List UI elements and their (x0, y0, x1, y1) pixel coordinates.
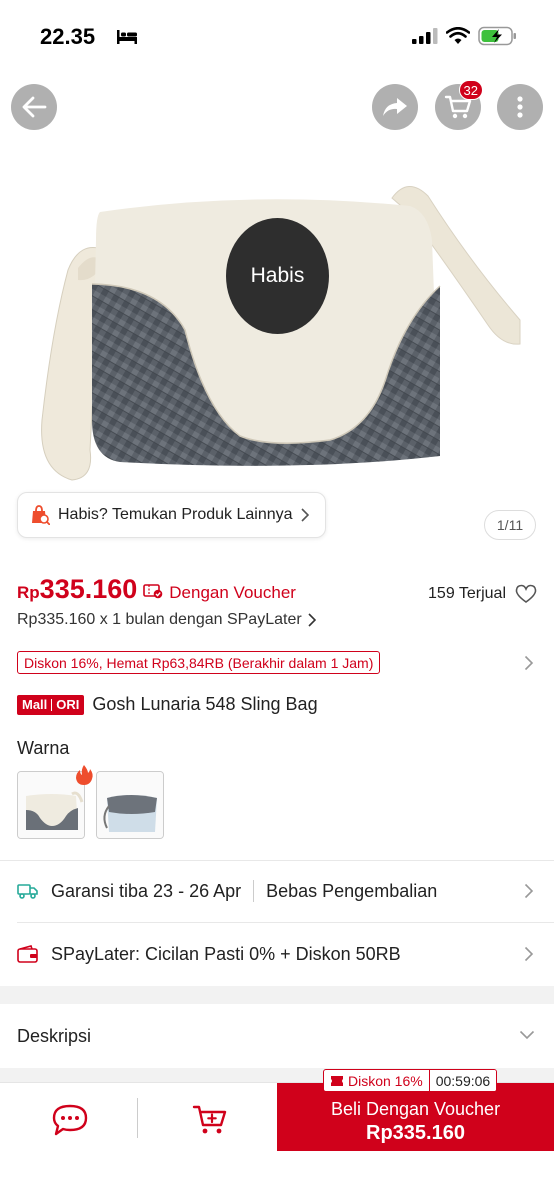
spaylater-promo-label: SPayLater: Cicilan Pasti 0% + Diskon 50R… (51, 943, 401, 964)
buy-button-price: Rp335.160 (366, 1122, 465, 1144)
wifi-icon (446, 27, 470, 44)
paylater-installment-label: Rp335.160 x 1 bulan dengan SPayLater (17, 611, 302, 628)
find-other-products-button[interactable]: Habis? Temukan Produk Lainnya (17, 492, 326, 538)
mall-badge-label: Mall (22, 697, 48, 712)
spaylater-promo-row[interactable]: SPayLater: Cicilan Pasti 0% + Diskon 50R… (17, 934, 537, 974)
chevron-right-icon (308, 613, 316, 627)
chevron-right-icon[interactable] (524, 655, 534, 671)
promo-discount: Diskon 16% (324, 1073, 429, 1089)
signal-icon (412, 28, 438, 44)
image-page-indicator: 1/11 (484, 510, 536, 540)
shipping-guarantee-label: Garansi tiba 23 - 26 Apr (51, 880, 242, 901)
section-divider (0, 860, 554, 861)
back-button[interactable] (11, 84, 57, 130)
shipping-guarantee-row[interactable]: Garansi tiba 23 - 26 Apr Bebas Pengembal… (17, 871, 537, 911)
sold-count: 159 Terjual (428, 585, 506, 602)
bottom-bar-divider (137, 1098, 138, 1138)
section-divider (17, 922, 554, 923)
battery-icon (478, 26, 516, 46)
row-divider (253, 880, 255, 902)
back-arrow-icon (22, 96, 47, 118)
cart-button[interactable]: 32 (435, 80, 483, 130)
product-title-row: Mall ORI Gosh Lunaria 548 Sling Bag (17, 694, 318, 715)
add-to-cart-icon (192, 1105, 227, 1134)
badge-divider (51, 698, 53, 711)
section-spacer (0, 986, 554, 1004)
wallet-icon (17, 945, 38, 963)
chevron-right-icon (524, 946, 534, 962)
promo-countdown: 00:59:06 (428, 1070, 497, 1091)
price-currency: Rp (17, 583, 40, 602)
cart-count-badge: 32 (458, 80, 483, 100)
description-label: Deskripsi (17, 1025, 92, 1046)
more-button[interactable] (497, 84, 543, 130)
shopping-bag-icon (32, 505, 50, 525)
chevron-right-icon (524, 883, 534, 899)
variant-option-blue[interactable] (96, 771, 164, 839)
bed-icon (117, 30, 137, 44)
chat-icon (52, 1104, 88, 1136)
status-time: 22.35 (40, 24, 96, 49)
truck-icon (17, 884, 38, 899)
price-amount: 335.160 (39, 574, 138, 604)
find-other-label: Habis? Temukan Produk Lainnya (58, 506, 293, 523)
buy-button-label: Beli Dengan Voucher (330, 1099, 501, 1119)
product-title: Gosh Lunaria 548 Sling Bag (92, 694, 318, 714)
paylater-installment-link[interactable]: Rp335.160 x 1 bulan dengan SPayLater (17, 611, 316, 629)
more-icon (517, 96, 523, 118)
share-button[interactable] (372, 84, 418, 130)
heart-icon[interactable] (515, 584, 537, 604)
discount-label: Diskon 16%, Hemat Rp63,84RB (Berakhir da… (24, 654, 374, 671)
promo-discount-label: Diskon 16% (348, 1072, 423, 1089)
ori-badge-label: ORI (56, 697, 80, 712)
status-bar: 22.35 (0, 0, 554, 72)
chevron-down-icon (519, 1030, 535, 1040)
chat-button[interactable] (40, 1098, 100, 1142)
variant-thumbnail (97, 772, 163, 838)
mall-ori-badge: Mall ORI (17, 694, 85, 715)
soldout-overlay: Habis (226, 218, 329, 334)
variant-label: Warna (17, 738, 70, 758)
voucher-label: Dengan Voucher (169, 583, 296, 602)
buy-with-voucher-button[interactable]: Beli Dengan Voucher Rp335.160 (277, 1083, 554, 1151)
status-indicators (412, 26, 518, 46)
free-return-label: Bebas Pengembalian (266, 880, 438, 901)
voucher-icon (331, 1075, 343, 1086)
description-section[interactable]: Deskripsi (17, 1020, 537, 1052)
share-icon (383, 98, 407, 116)
fire-icon (76, 765, 93, 785)
discount-badge[interactable]: Diskon 16%, Hemat Rp63,84RB (Berakhir da… (17, 651, 381, 674)
flash-discount-tag: Diskon 16% 00:59:06 (323, 1069, 498, 1092)
voucher-icon (143, 584, 163, 599)
chevron-right-icon (300, 508, 309, 522)
add-to-cart-button[interactable] (180, 1098, 240, 1142)
